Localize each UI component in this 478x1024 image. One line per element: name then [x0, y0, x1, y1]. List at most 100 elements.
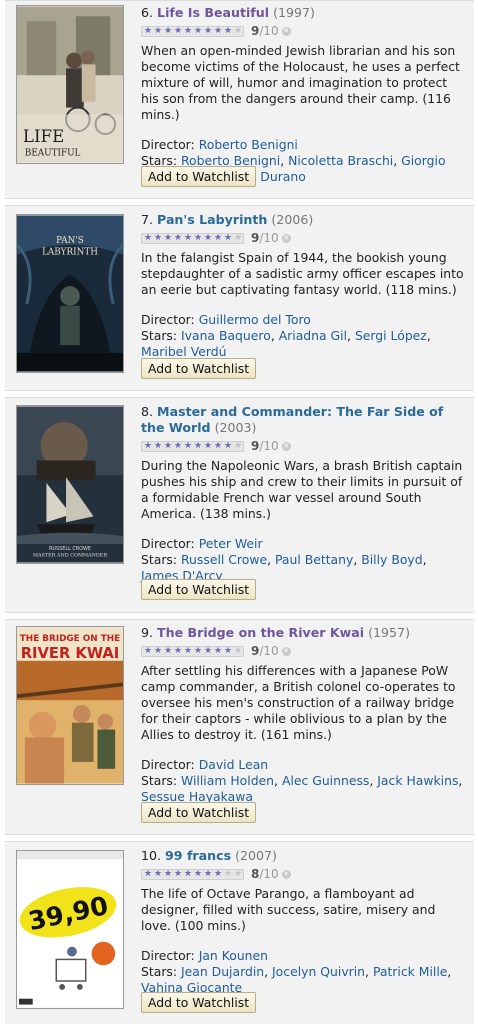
actor-link[interactable]: Jean Dujardin [181, 964, 264, 979]
movie-title-link[interactable]: 99 francs [165, 848, 231, 863]
actor-link[interactable]: Patrick Mille [373, 964, 447, 979]
star-icon[interactable]: ★ [143, 647, 153, 656]
clear-rating-icon[interactable]: ✕ [281, 869, 291, 879]
star-icon[interactable]: ★ [163, 234, 173, 243]
movie-poster[interactable]: LIFE BEAUTIFUL [16, 5, 124, 164]
star-icon[interactable]: ★ [213, 27, 223, 36]
star-rating-bar[interactable]: ★ ★ ★ ★ ★ ★ ★ ★ ★ ★ [141, 440, 244, 452]
star-icon[interactable]: ★ [233, 442, 243, 451]
star-icon[interactable]: ★ [183, 647, 193, 656]
movie-poster[interactable]: THE BRIDGE ON THE RIVER KWAI [16, 626, 124, 785]
star-icon[interactable]: ★ [203, 234, 213, 243]
director-link[interactable]: Jan Kounen [199, 948, 268, 963]
star-icon[interactable]: ★ [193, 27, 203, 36]
star-icon[interactable]: ★ [213, 442, 223, 451]
star-icon[interactable]: ★ [193, 870, 203, 879]
star-icon[interactable]: ★ [173, 442, 183, 451]
star-icon[interactable]: ★ [173, 234, 183, 243]
star-icon[interactable]: ★ [143, 442, 153, 451]
clear-rating-icon[interactable]: ✕ [281, 233, 291, 243]
movie-poster[interactable]: 39,90 [16, 850, 124, 1009]
actor-link[interactable]: William Holden [181, 773, 274, 788]
star-icon[interactable]: ★ [173, 870, 183, 879]
rating-widget: ★ ★ ★ ★ ★ ★ ★ ★ ★ ★ 8/10 ✕ [141, 865, 466, 883]
star-icon[interactable]: ★ [153, 442, 163, 451]
stars-label: Stars: [141, 552, 178, 567]
star-icon[interactable]: ★ [143, 234, 153, 243]
clear-rating-icon[interactable]: ✕ [281, 646, 291, 656]
star-rating-bar[interactable]: ★ ★ ★ ★ ★ ★ ★ ★ ★ ★ [141, 868, 244, 880]
actor-link[interactable]: Maribel Verdú [141, 344, 226, 359]
actor-link[interactable]: Paul Bettany [275, 552, 353, 567]
actor-link[interactable]: Jocelyn Quivrin [272, 964, 365, 979]
svg-text:MASTER AND COMMANDER: MASTER AND COMMANDER [33, 553, 107, 559]
star-icon[interactable]: ★ [153, 870, 163, 879]
list-item: 39,90 10. 99 francs (2007) ★ ★ ★ ★ ★ ★ ★ ★ ★ ★ 8/… [5, 841, 474, 1024]
star-icon[interactable]: ★ [223, 234, 233, 243]
star-icon[interactable]: ★ [163, 442, 173, 451]
star-icon[interactable]: ★ [223, 27, 233, 36]
movie-title-link[interactable]: The Bridge on the River Kwai [157, 625, 364, 640]
star-icon[interactable]: ★ [193, 442, 203, 451]
actor-link[interactable]: Russell Crowe [181, 552, 267, 567]
star-icon[interactable]: ★ [213, 870, 223, 879]
movie-title-link[interactable]: Pan's Labyrinth [157, 212, 267, 227]
star-icon[interactable]: ★ [213, 234, 223, 243]
star-icon[interactable]: ★ [163, 870, 173, 879]
star-icon[interactable]: ★ [213, 647, 223, 656]
add-to-watchlist-button[interactable]: Add to Watchlist [141, 802, 257, 823]
movie-title-link[interactable]: Life Is Beautiful [157, 5, 269, 20]
star-icon[interactable]: ★ [153, 647, 163, 656]
star-icon[interactable]: ★ [153, 234, 163, 243]
actor-link[interactable]: Nicoletta Braschi [288, 153, 393, 168]
clear-rating-icon[interactable]: ✕ [281, 26, 291, 36]
star-icon[interactable]: ★ [223, 647, 233, 656]
director-link[interactable]: Roberto Benigni [199, 137, 298, 152]
star-rating-bar[interactable]: ★ ★ ★ ★ ★ ★ ★ ★ ★ ★ [141, 645, 244, 657]
director-link[interactable]: David Lean [199, 757, 268, 772]
star-icon[interactable]: ★ [223, 870, 233, 879]
movie-title-link[interactable]: Master and Commander: The Far Side of th… [141, 404, 443, 435]
actor-link[interactable]: Billy Boyd [361, 552, 422, 567]
actor-link[interactable]: Ivana Baquero [181, 328, 271, 343]
star-icon[interactable]: ★ [183, 870, 193, 879]
star-icon[interactable]: ★ [183, 27, 193, 36]
star-rating-bar[interactable]: ★ ★ ★ ★ ★ ★ ★ ★ ★ ★ [141, 232, 244, 244]
star-icon[interactable]: ★ [233, 27, 243, 36]
star-icon[interactable]: ★ [143, 870, 153, 879]
star-icon[interactable]: ★ [203, 442, 213, 451]
star-icon[interactable]: ★ [193, 234, 203, 243]
actor-link[interactable]: Sergi López [355, 328, 427, 343]
star-icon[interactable]: ★ [233, 647, 243, 656]
add-to-watchlist-button[interactable]: Add to Watchlist [141, 579, 257, 600]
star-rating-bar[interactable]: ★ ★ ★ ★ ★ ★ ★ ★ ★ ★ [141, 25, 244, 37]
add-to-watchlist-button[interactable]: Add to Watchlist [141, 166, 257, 187]
star-icon[interactable]: ★ [233, 234, 243, 243]
rank-number: 6. [141, 5, 154, 20]
star-icon[interactable]: ★ [223, 442, 233, 451]
movie-year: (2006) [271, 212, 314, 227]
star-icon[interactable]: ★ [193, 647, 203, 656]
star-icon[interactable]: ★ [163, 27, 173, 36]
star-icon[interactable]: ★ [203, 647, 213, 656]
star-icon[interactable]: ★ [173, 27, 183, 36]
clear-rating-icon[interactable]: ✕ [281, 441, 291, 451]
star-icon[interactable]: ★ [203, 870, 213, 879]
director-link[interactable]: Peter Weir [199, 536, 263, 551]
star-icon[interactable]: ★ [203, 27, 213, 36]
star-icon[interactable]: ★ [233, 870, 243, 879]
director-link[interactable]: Guillermo del Toro [199, 312, 311, 327]
actor-link[interactable]: Ariadna Gil [279, 328, 347, 343]
star-icon[interactable]: ★ [173, 647, 183, 656]
star-icon[interactable]: ★ [163, 647, 173, 656]
add-to-watchlist-button[interactable]: Add to Watchlist [141, 358, 257, 379]
movie-poster[interactable]: PAN'S LABYRINTH [16, 214, 124, 373]
actor-link[interactable]: Jack Hawkins [377, 773, 458, 788]
star-icon[interactable]: ★ [183, 442, 193, 451]
add-to-watchlist-button[interactable]: Add to Watchlist [141, 992, 257, 1013]
star-icon[interactable]: ★ [143, 27, 153, 36]
movie-poster[interactable]: RUSSELL CROWE MASTER AND COMMANDER [16, 405, 124, 564]
actor-link[interactable]: Alec Guinness [282, 773, 369, 788]
star-icon[interactable]: ★ [183, 234, 193, 243]
star-icon[interactable]: ★ [153, 27, 163, 36]
